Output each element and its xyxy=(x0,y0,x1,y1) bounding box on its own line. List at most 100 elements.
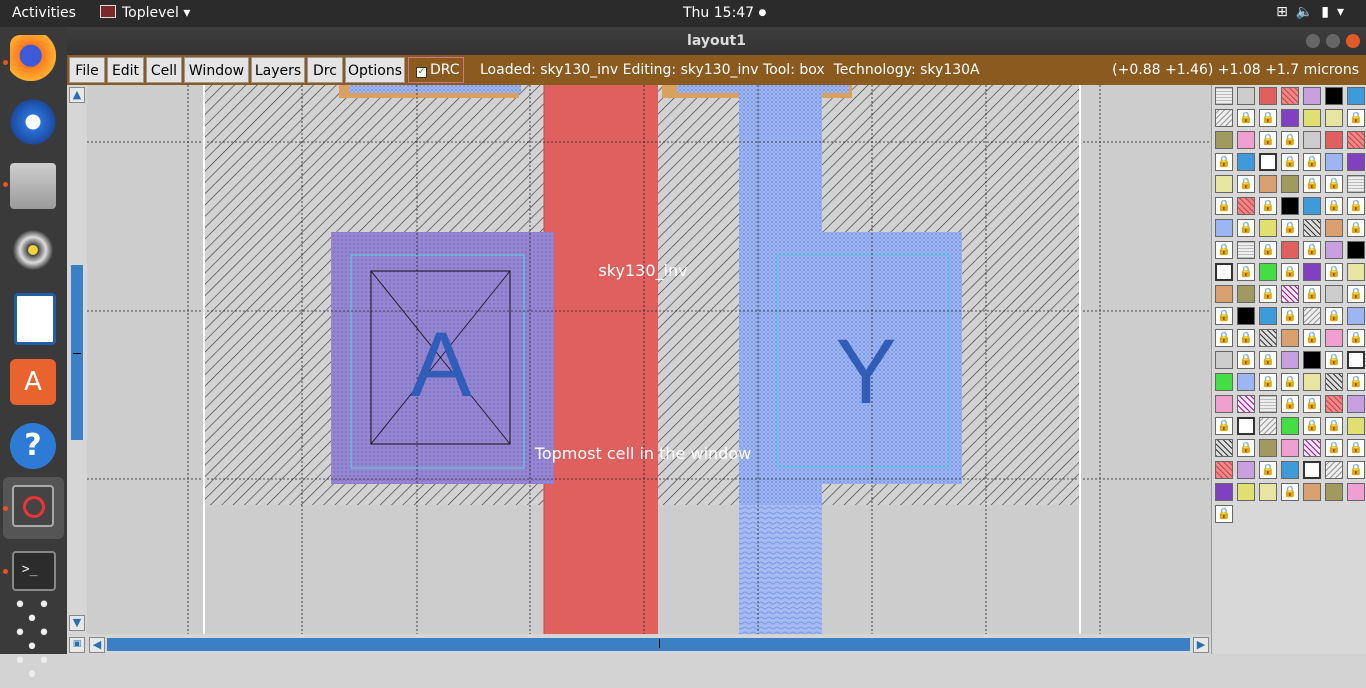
menu-window[interactable]: Window xyxy=(184,57,249,83)
layer-swatch[interactable] xyxy=(1281,351,1299,369)
lock-icon[interactable]: 🔒 xyxy=(1237,219,1255,237)
lock-icon[interactable]: 🔒 xyxy=(1215,153,1233,171)
layer-swatch[interactable] xyxy=(1303,483,1321,501)
files-icon[interactable] xyxy=(10,163,56,209)
layer-swatch[interactable] xyxy=(1347,307,1365,325)
layer-swatch[interactable] xyxy=(1215,175,1233,193)
layer-swatch[interactable] xyxy=(1347,395,1365,413)
layer-swatch[interactable] xyxy=(1347,87,1365,105)
rhythmbox-icon[interactable] xyxy=(10,227,56,273)
lock-icon[interactable]: 🔒 xyxy=(1259,131,1277,149)
lock-icon[interactable]: 🔒 xyxy=(1347,329,1365,347)
lock-icon[interactable]: 🔒 xyxy=(1347,285,1365,303)
minimize-icon[interactable] xyxy=(1306,34,1320,48)
drc-toggle[interactable]: ✓ DRC xyxy=(408,57,464,83)
layer-swatch[interactable] xyxy=(1259,87,1277,105)
layer-swatch[interactable] xyxy=(1237,197,1255,215)
zoom-box-icon[interactable]: ▣ xyxy=(69,637,85,653)
layer-swatch[interactable] xyxy=(1259,175,1277,193)
lock-icon[interactable]: 🔒 xyxy=(1303,395,1321,413)
layer-swatch[interactable] xyxy=(1347,483,1365,501)
menu-file[interactable]: File xyxy=(69,57,105,83)
layer-swatch[interactable] xyxy=(1303,197,1321,215)
scroll-down-icon[interactable]: ▼ xyxy=(69,615,85,631)
layer-swatch[interactable] xyxy=(1325,483,1343,501)
layer-swatch[interactable] xyxy=(1325,329,1343,347)
layer-swatch[interactable] xyxy=(1281,329,1299,347)
lock-icon[interactable]: 🔒 xyxy=(1303,329,1321,347)
layer-swatch[interactable] xyxy=(1281,241,1299,259)
lock-icon[interactable]: 🔒 xyxy=(1237,109,1255,127)
layer-swatch[interactable] xyxy=(1215,219,1233,237)
scroll-left-icon[interactable]: ◀ xyxy=(89,637,105,653)
layout-drawing[interactable]: A Y sky130_inv Topmost cell in the windo… xyxy=(87,85,1211,634)
layer-swatch[interactable] xyxy=(1347,241,1365,259)
lock-icon[interactable]: 🔒 xyxy=(1281,483,1299,501)
activities-button[interactable]: Activities xyxy=(12,5,76,21)
magic-toplevel-icon[interactable] xyxy=(12,485,54,527)
lock-icon[interactable]: 🔒 xyxy=(1303,175,1321,193)
menu-options[interactable]: Options xyxy=(345,57,405,83)
layer-swatch[interactable] xyxy=(1281,461,1299,479)
layer-swatch[interactable] xyxy=(1237,285,1255,303)
scroll-right-icon[interactable]: ▶ xyxy=(1193,637,1209,653)
lock-icon[interactable]: 🔒 xyxy=(1237,329,1255,347)
layer-swatch[interactable] xyxy=(1281,197,1299,215)
thunderbird-icon[interactable] xyxy=(10,99,56,145)
firefox-icon[interactable] xyxy=(10,35,56,81)
layer-swatch[interactable] xyxy=(1215,373,1233,391)
help-icon[interactable]: ? xyxy=(10,423,56,469)
layer-swatch[interactable] xyxy=(1215,109,1233,127)
lock-icon[interactable]: 🔒 xyxy=(1281,153,1299,171)
layer-swatch[interactable] xyxy=(1259,307,1277,325)
lock-icon[interactable]: 🔒 xyxy=(1259,285,1277,303)
layer-swatch[interactable] xyxy=(1303,373,1321,391)
layer-swatch[interactable] xyxy=(1237,417,1255,435)
layer-swatch[interactable] xyxy=(1281,285,1299,303)
layer-swatch[interactable] xyxy=(1325,461,1343,479)
horizontal-scrollbar[interactable]: ▣ ◀ ▶ xyxy=(67,635,1212,654)
lock-icon[interactable]: 🔒 xyxy=(1281,263,1299,281)
menu-cell[interactable]: Cell xyxy=(146,57,182,83)
layer-swatch[interactable] xyxy=(1347,263,1365,281)
layer-swatch[interactable] xyxy=(1215,285,1233,303)
layer-swatch[interactable] xyxy=(1303,439,1321,457)
lock-icon[interactable]: 🔒 xyxy=(1281,395,1299,413)
clock[interactable]: Thu 15:47 ● xyxy=(683,5,766,21)
layer-swatch[interactable] xyxy=(1303,307,1321,325)
lock-icon[interactable]: 🔒 xyxy=(1303,241,1321,259)
layer-swatch[interactable] xyxy=(1347,175,1365,193)
layer-swatch[interactable] xyxy=(1347,153,1365,171)
lock-icon[interactable]: 🔒 xyxy=(1281,373,1299,391)
layer-swatch[interactable] xyxy=(1215,461,1233,479)
vertical-scrollbar[interactable]: ▲ ▼ xyxy=(67,85,87,635)
layer-swatch[interactable] xyxy=(1347,417,1365,435)
lock-icon[interactable]: 🔒 xyxy=(1325,351,1343,369)
menu-drc[interactable]: Drc xyxy=(307,57,343,83)
lock-icon[interactable]: 🔒 xyxy=(1237,263,1255,281)
lock-icon[interactable]: 🔒 xyxy=(1215,197,1233,215)
lock-icon[interactable]: 🔒 xyxy=(1347,109,1365,127)
maximize-icon[interactable] xyxy=(1326,34,1340,48)
layer-swatch[interactable] xyxy=(1325,285,1343,303)
lock-icon[interactable]: 🔒 xyxy=(1325,263,1343,281)
layer-swatch[interactable] xyxy=(1237,87,1255,105)
system-tray[interactable]: ⊞🔈▮▾ xyxy=(1276,4,1352,20)
lock-icon[interactable]: 🔒 xyxy=(1259,351,1277,369)
lock-icon[interactable]: 🔒 xyxy=(1347,439,1365,457)
menu-layers[interactable]: Layers xyxy=(251,57,305,83)
lock-icon[interactable]: 🔒 xyxy=(1259,461,1277,479)
lock-icon[interactable]: 🔒 xyxy=(1259,197,1277,215)
layer-swatch[interactable] xyxy=(1259,263,1277,281)
lock-icon[interactable]: 🔒 xyxy=(1325,417,1343,435)
menu-edit[interactable]: Edit xyxy=(107,57,144,83)
layer-swatch[interactable] xyxy=(1303,131,1321,149)
lock-icon[interactable]: 🔒 xyxy=(1303,153,1321,171)
lock-icon[interactable]: 🔒 xyxy=(1303,417,1321,435)
scroll-up-icon[interactable]: ▲ xyxy=(69,87,85,103)
layer-swatch[interactable] xyxy=(1303,351,1321,369)
lock-icon[interactable]: 🔒 xyxy=(1259,109,1277,127)
layer-swatch[interactable] xyxy=(1325,131,1343,149)
lock-icon[interactable]: 🔒 xyxy=(1281,307,1299,325)
lock-icon[interactable]: 🔒 xyxy=(1347,219,1365,237)
